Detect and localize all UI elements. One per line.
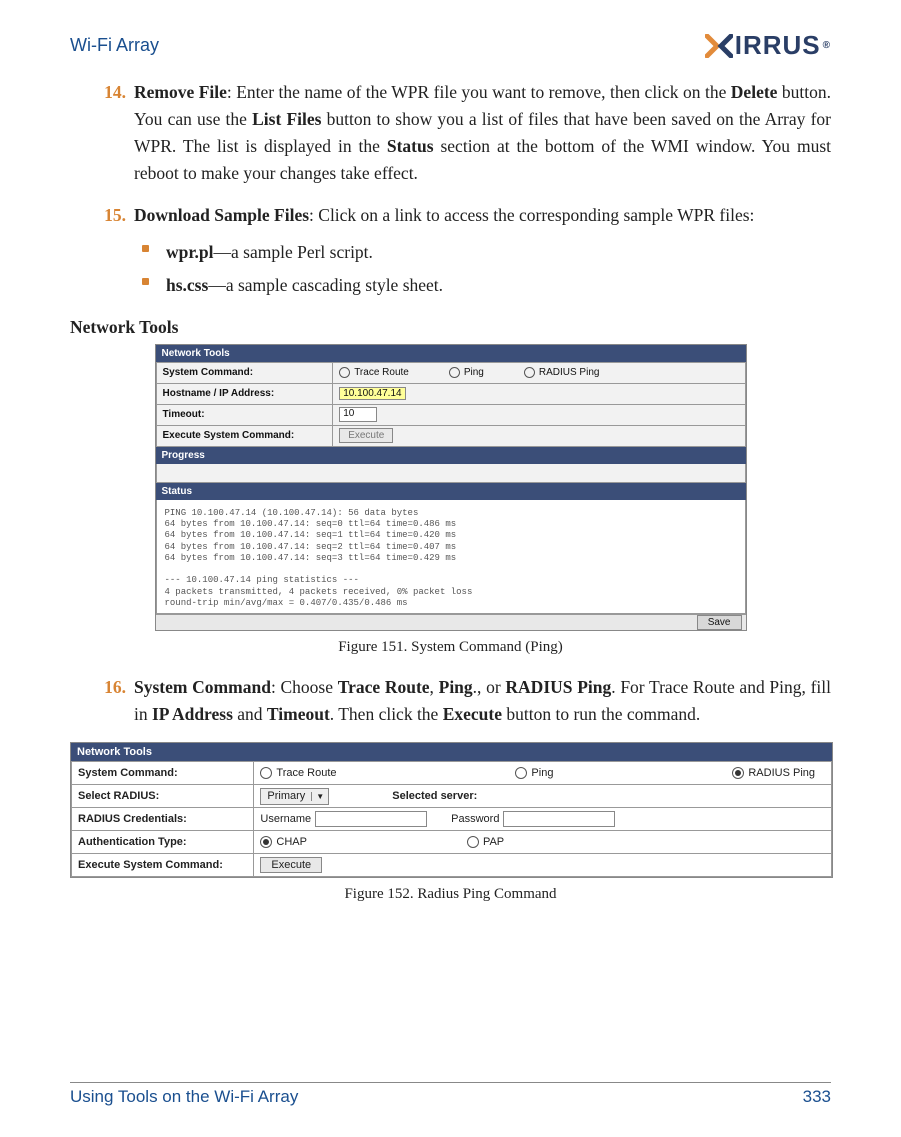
logo-x-icon: [705, 34, 733, 58]
panel-header: Network Tools: [156, 345, 746, 362]
option-radius-ping[interactable]: RADIUS Ping: [732, 767, 815, 779]
footer-title: Using Tools on the Wi-Fi Array: [70, 1087, 298, 1107]
figure-151-panel: Network Tools System Command: Trace Rout…: [155, 344, 747, 631]
header-title: Wi-Fi Array: [70, 35, 159, 56]
selected-server-label: Selected server:: [392, 790, 477, 802]
radio-icon: [449, 367, 460, 378]
save-button[interactable]: Save: [697, 615, 742, 630]
option-ping[interactable]: Ping: [515, 767, 553, 779]
password-label: Password: [451, 813, 499, 825]
row-label: RADIUS Credentials:: [72, 808, 254, 831]
bullet-item: wpr.pl—a sample Perl script.: [166, 239, 831, 266]
logo: IRRUS®: [705, 30, 831, 61]
figure-151-caption: Figure 151. System Command (Ping): [70, 639, 831, 656]
row-label: Select RADIUS:: [72, 785, 254, 808]
list-item-15: 15. Download Sample Files: Click on a li…: [134, 202, 831, 299]
progress-body: [156, 464, 746, 483]
bullet-item: hs.css—a sample cascading style sheet.: [166, 272, 831, 299]
password-input[interactable]: [503, 811, 615, 827]
select-radius-dropdown[interactable]: Primary ▼: [260, 788, 329, 805]
section-title-network-tools: Network Tools: [70, 317, 831, 338]
execute-button[interactable]: Execute: [260, 857, 322, 873]
logo-text: IRRUS: [735, 30, 821, 61]
radio-icon: [339, 367, 350, 378]
dropdown-arrow-icon: ▼: [311, 792, 328, 801]
status-output: PING 10.100.47.14 (10.100.47.14): 56 dat…: [156, 500, 746, 614]
radio-icon: [467, 836, 479, 848]
page-number: 333: [803, 1087, 831, 1107]
radio-icon: [260, 836, 272, 848]
progress-header: Progress: [156, 447, 746, 464]
item-label: System Command: [134, 677, 271, 697]
row-label: Authentication Type:: [72, 831, 254, 854]
option-trace-route[interactable]: Trace Route: [260, 767, 336, 779]
row-label: System Command:: [72, 762, 254, 785]
row-label: Hostname / IP Address:: [156, 383, 333, 404]
panel-header: Network Tools: [71, 743, 832, 761]
figure-152-caption: Figure 152. Radius Ping Command: [70, 886, 831, 903]
figure-152-panel: Network Tools System Command: Trace Rout…: [70, 742, 833, 878]
option-radius-ping[interactable]: RADIUS Ping: [524, 367, 600, 378]
item-number: 14.: [94, 79, 126, 106]
row-label: Timeout:: [156, 404, 333, 425]
option-trace-route[interactable]: Trace Route: [339, 367, 409, 378]
item-label: Remove File: [134, 82, 227, 102]
bullet-dot-icon: [142, 278, 149, 285]
radio-icon: [732, 767, 744, 779]
timeout-input[interactable]: 10: [339, 407, 377, 422]
radio-icon: [515, 767, 527, 779]
radio-icon: [524, 367, 535, 378]
radio-icon: [260, 767, 272, 779]
option-pap[interactable]: PAP: [467, 836, 504, 848]
list-item-16: 16. System Command: Choose Trace Route, …: [134, 674, 831, 728]
logo-reg-mark: ®: [823, 40, 831, 51]
row-label: Execute System Command:: [156, 425, 333, 446]
item-label: Download Sample Files: [134, 205, 309, 225]
execute-button[interactable]: Execute: [339, 428, 393, 443]
item-number: 16.: [94, 674, 126, 701]
option-ping[interactable]: Ping: [449, 367, 484, 378]
status-header: Status: [156, 483, 746, 500]
item-number: 15.: [94, 202, 126, 229]
option-chap[interactable]: CHAP: [260, 836, 307, 848]
username-input[interactable]: [315, 811, 427, 827]
row-label: Execute System Command:: [72, 854, 254, 877]
list-item-14: 14. Remove File: Enter the name of the W…: [134, 79, 831, 188]
row-label: System Command:: [156, 362, 333, 383]
hostname-input[interactable]: 10.100.47.14: [339, 387, 405, 400]
bullet-dot-icon: [142, 245, 149, 252]
username-label: Username: [260, 813, 311, 825]
